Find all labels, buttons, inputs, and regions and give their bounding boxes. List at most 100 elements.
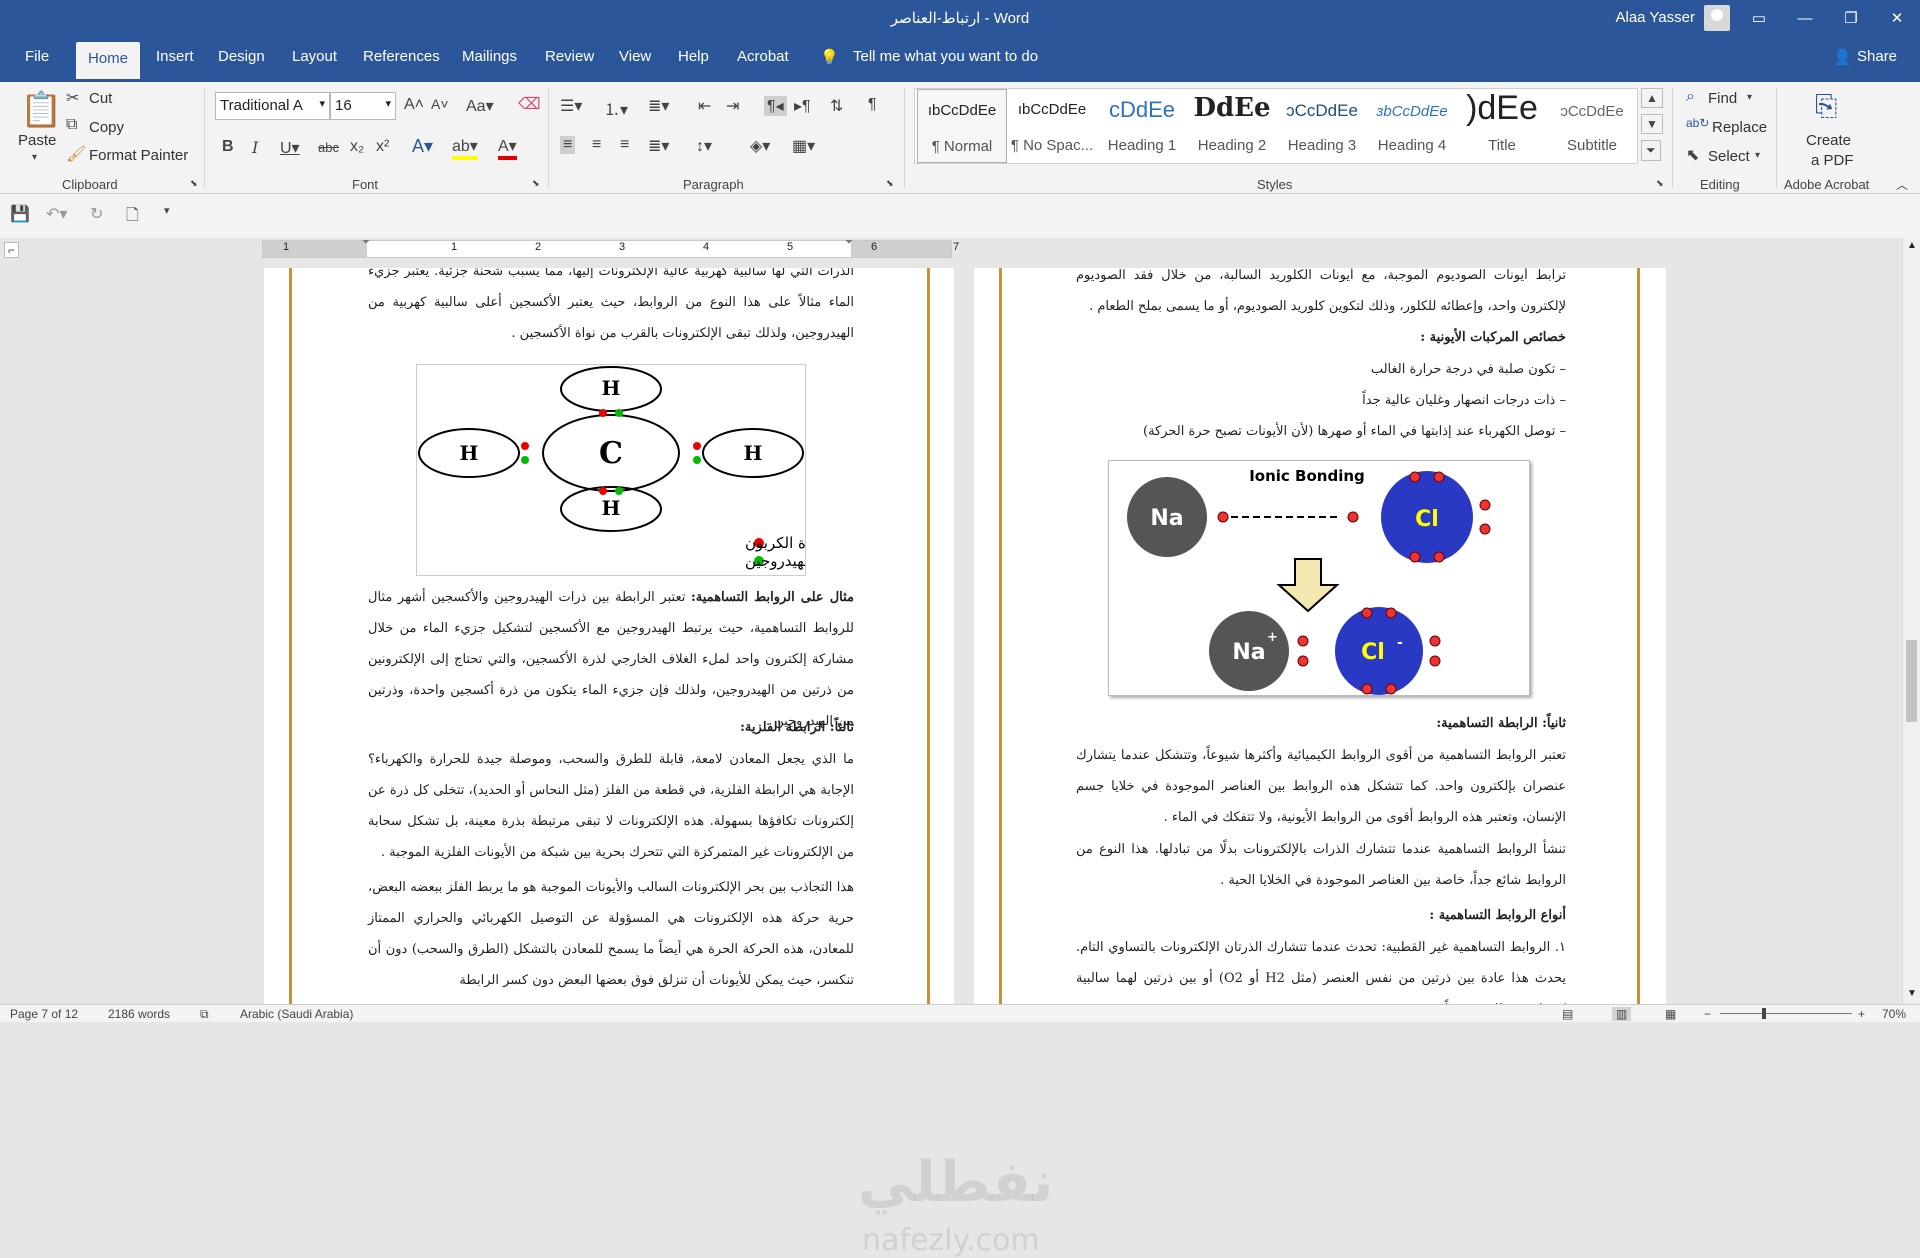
tab-insert[interactable]: Insert (156, 48, 194, 65)
ltr-icon[interactable]: ▸¶ (794, 96, 811, 116)
maximize-icon[interactable]: ❐ (1828, 0, 1874, 36)
tab-file[interactable]: File (25, 48, 49, 65)
font-color-icon[interactable]: A▾ (498, 136, 517, 160)
tab-layout[interactable]: Layout (292, 48, 337, 65)
style-heading-1[interactable]: cDdEe Heading 1 (1097, 89, 1187, 163)
borders-icon[interactable]: ▦▾ (792, 136, 815, 156)
page-right[interactable]: ترابط أيونات الصوديوم الموجبة، مع أيونات… (974, 268, 1666, 1004)
undo-icon[interactable]: ↶▾ (46, 204, 67, 224)
style-no-spacing[interactable]: ıbCcDdEe ¶ No Spac... (1007, 89, 1097, 163)
vertical-scrollbar[interactable]: ▲ ▼ (1902, 238, 1920, 1004)
print-layout-icon[interactable]: ▥ (1612, 1007, 1632, 1021)
tell-me-search[interactable]: Tell me what you want to do (853, 48, 1038, 65)
chevron-down-icon[interactable]: ▾ (385, 97, 391, 110)
save-icon[interactable]: 💾 (10, 204, 30, 224)
zoom-level[interactable]: 70% (1882, 1007, 1906, 1021)
copy-button[interactable]: Copy (89, 119, 124, 136)
justify-icon[interactable]: ≣▾ (648, 136, 669, 156)
indent-marker-icon[interactable]: ⏷ (845, 237, 853, 248)
superscript-icon[interactable]: x² (376, 138, 389, 156)
scroll-down-icon[interactable]: ▼ (1907, 988, 1917, 999)
avatar[interactable] (1704, 5, 1730, 31)
rtl-icon[interactable]: ¶◂ (764, 96, 787, 116)
tab-design[interactable]: Design (218, 48, 265, 65)
close-icon[interactable]: ✕ (1874, 0, 1920, 36)
collapse-ribbon-icon[interactable]: ︿ (1896, 176, 1908, 193)
methane-figure[interactable]: H H C H H إلكترون من ذرة الكربون الكترون… (416, 364, 916, 576)
decrease-indent-icon[interactable]: ⇤ (698, 96, 711, 116)
change-case-icon[interactable]: Aa▾ (466, 96, 494, 116)
language-indicator[interactable]: Arabic (Saudi Arabia) (240, 1007, 353, 1021)
tab-review[interactable]: Review (545, 48, 594, 65)
italic-icon[interactable]: I (252, 138, 258, 157)
tab-acrobat[interactable]: Acrobat (737, 48, 789, 65)
user-name[interactable]: Alaa Yasser (1616, 9, 1696, 26)
strikethrough-icon[interactable]: abc (318, 140, 339, 155)
tab-selector-icon[interactable]: ⌐ (4, 242, 20, 258)
font-size-combo[interactable]: 16 ▾ (330, 92, 396, 120)
style-heading-2[interactable]: DdEe Heading 2 (1187, 89, 1277, 163)
align-center-icon[interactable]: ≡ (592, 136, 601, 154)
share-button[interactable]: Share (1857, 48, 1897, 65)
line-spacing-icon[interactable]: ↕▾ (696, 136, 712, 156)
tab-help[interactable]: Help (678, 48, 709, 65)
minimize-icon[interactable]: — (1782, 0, 1828, 36)
select-button[interactable]: Select (1708, 148, 1750, 165)
zoom-out-icon[interactable]: − (1704, 1007, 1711, 1021)
paste-button[interactable]: Paste (18, 132, 56, 149)
cut-button[interactable]: Cut (89, 90, 112, 107)
text-effects-icon[interactable]: A▾ (412, 136, 433, 157)
grow-font-icon[interactable]: A˄ (404, 96, 424, 114)
underline-icon[interactable]: U▾ (280, 138, 300, 158)
align-left-icon[interactable]: ≡ (560, 136, 576, 154)
shrink-font-icon[interactable]: A˅ (431, 96, 449, 112)
indent-marker-icon[interactable]: ⏷ (362, 237, 370, 248)
style-subtitle[interactable]: ɔCcDdEe Subtitle (1547, 89, 1637, 163)
horizontal-ruler[interactable]: 1 1 2 3 4 5 6 7 ⏷ ⏷ (262, 237, 959, 258)
create-pdf-button[interactable]: Create (1806, 132, 1851, 149)
multilevel-list-icon[interactable]: ≣▾ (648, 96, 669, 116)
style-title[interactable]: )dEe Title (1457, 89, 1547, 163)
create-pdf-icon[interactable]: ⎘ (1815, 90, 1837, 123)
shading-icon[interactable]: ◈▾ (750, 136, 770, 156)
tab-references[interactable]: References (363, 48, 440, 65)
paste-icon[interactable]: 📋 (20, 90, 62, 130)
read-mode-icon[interactable]: ▤ (1562, 1007, 1573, 1021)
style-heading-4[interactable]: ɜbCcDdEe Heading 4 (1367, 89, 1457, 163)
clear-formatting-icon[interactable]: ⌫ (518, 94, 541, 114)
styles-scroll-down-icon[interactable]: ▼ (1641, 114, 1663, 134)
paste-dropdown-icon[interactable]: ▾ (32, 152, 37, 163)
style-normal[interactable]: ıbCcDdEe ¶ Normal (917, 89, 1007, 163)
ionic-bonding-figure[interactable]: Ionic Bonding Na Cl Na + Cl - (1108, 460, 1530, 696)
zoom-slider[interactable] (1720, 1013, 1852, 1014)
increase-indent-icon[interactable]: ⇥ (726, 96, 739, 116)
scroll-up-icon[interactable]: ▲ (1907, 240, 1917, 251)
sort-icon[interactable]: ⇅ (830, 96, 843, 116)
styles-launcher-icon[interactable]: ⬊ (1656, 178, 1664, 189)
styles-scroll-up-icon[interactable]: ▲ (1641, 88, 1663, 108)
show-marks-icon[interactable]: ¶ (868, 96, 877, 114)
create-pdf-button-line2[interactable]: a PDF (1811, 152, 1854, 169)
scroll-thumb[interactable] (1906, 640, 1917, 722)
bold-icon[interactable]: B (222, 138, 234, 156)
zoom-slider-thumb[interactable] (1762, 1008, 1766, 1019)
chevron-down-icon[interactable]: ▾ (1755, 150, 1760, 161)
replace-button[interactable]: Replace (1712, 119, 1767, 136)
clipboard-launcher-icon[interactable]: ⬊ (190, 178, 198, 189)
page-count[interactable]: Page 7 of 12 (10, 1007, 78, 1021)
word-count[interactable]: 2186 words (108, 1007, 170, 1021)
page-left[interactable]: الذرات التي لها سالبية كهربية عالية الإل… (264, 268, 954, 1004)
tab-home[interactable]: Home (76, 42, 141, 79)
chevron-down-icon[interactable]: ▾ (1747, 92, 1752, 103)
web-layout-icon[interactable]: ▦ (1665, 1007, 1676, 1021)
new-document-icon[interactable]: 🗋 (126, 204, 139, 231)
tab-view[interactable]: View (619, 48, 651, 65)
subscript-icon[interactable]: x₂ (350, 138, 364, 156)
find-button[interactable]: Find (1708, 90, 1737, 107)
ribbon-display-options-icon[interactable]: ▭ (1736, 0, 1782, 36)
font-name-combo[interactable]: Traditional A ▾ (215, 92, 330, 120)
format-painter-button[interactable]: Format Painter (89, 147, 188, 164)
font-launcher-icon[interactable]: ⬊ (532, 178, 540, 189)
customize-qat-icon[interactable]: ▾ (164, 204, 170, 217)
styles-more-icon[interactable]: ⏷ (1641, 140, 1661, 161)
